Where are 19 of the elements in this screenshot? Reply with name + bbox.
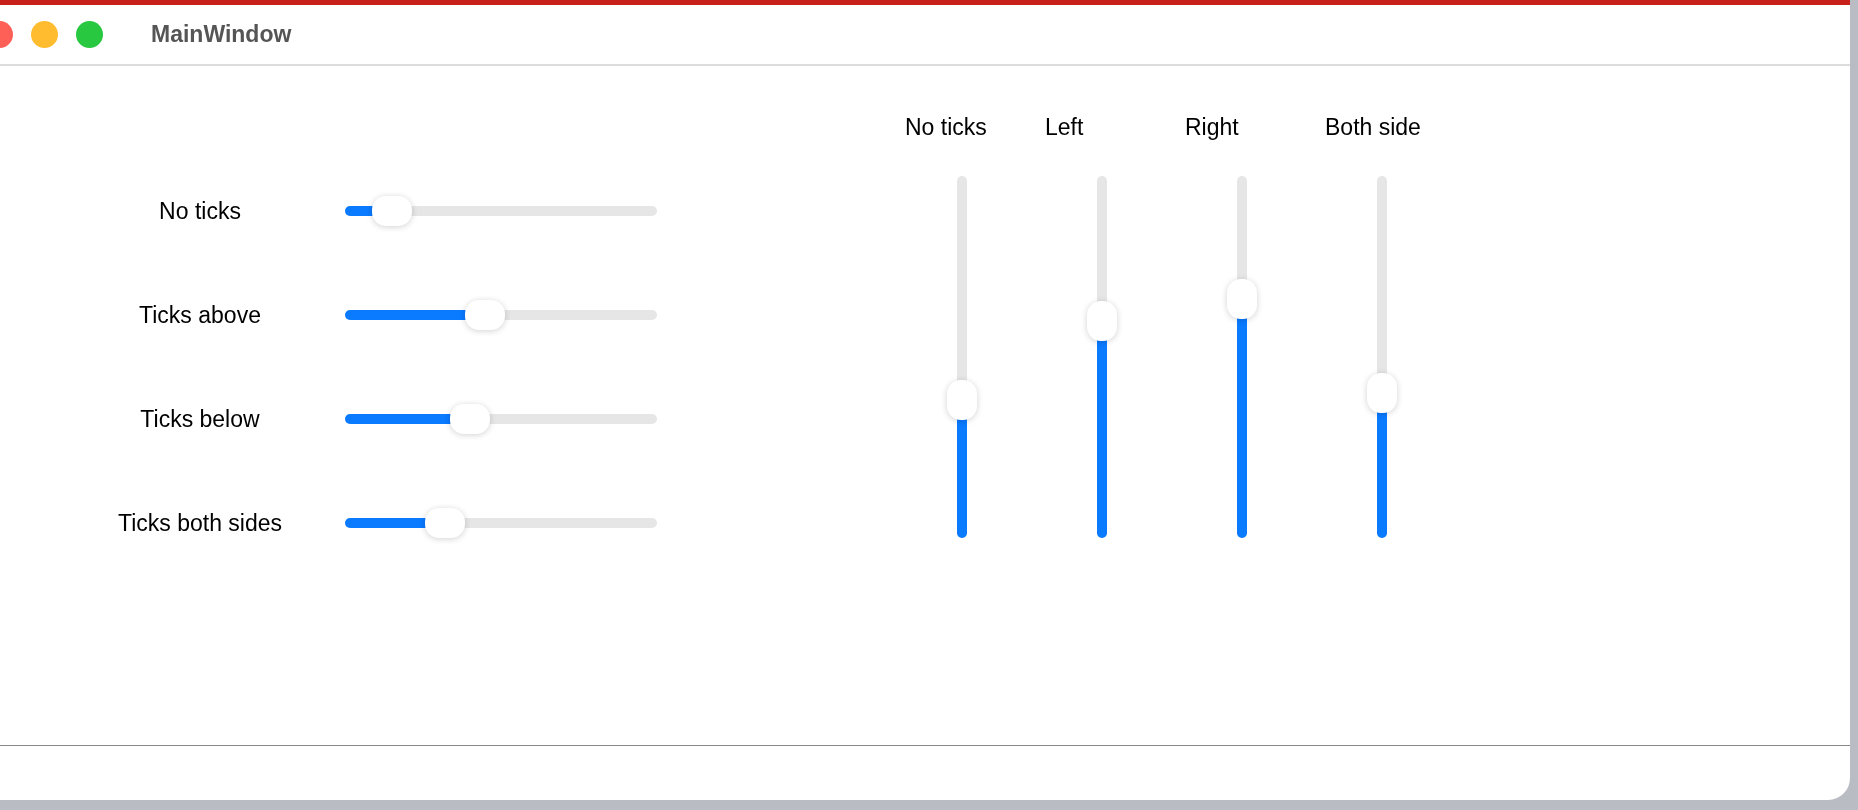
slider-label: Right [1185,114,1240,142]
slider-thumb[interactable] [424,508,465,538]
slider-thumb[interactable] [1367,373,1397,414]
slider-label: No ticks [158,197,242,225]
slider-label: Ticks both sides [116,509,283,537]
slider-thumb[interactable] [449,404,490,434]
slider-label: Ticks below [139,405,261,433]
slider-thumb[interactable] [947,380,977,421]
zoom-button[interactable] [76,21,103,48]
slider-thumb[interactable] [1227,279,1257,320]
slider-thumb[interactable] [465,300,506,330]
window-title: MainWindow [151,21,292,48]
slider-label: No ticks [905,114,988,142]
minimize-button[interactable] [31,21,58,48]
slider-thumb[interactable] [1087,300,1117,341]
slider-thumb[interactable] [371,196,412,226]
slider-label: Left [1045,114,1085,142]
slider-label: Both side [1325,114,1422,142]
slider-label: Ticks above [138,301,262,329]
